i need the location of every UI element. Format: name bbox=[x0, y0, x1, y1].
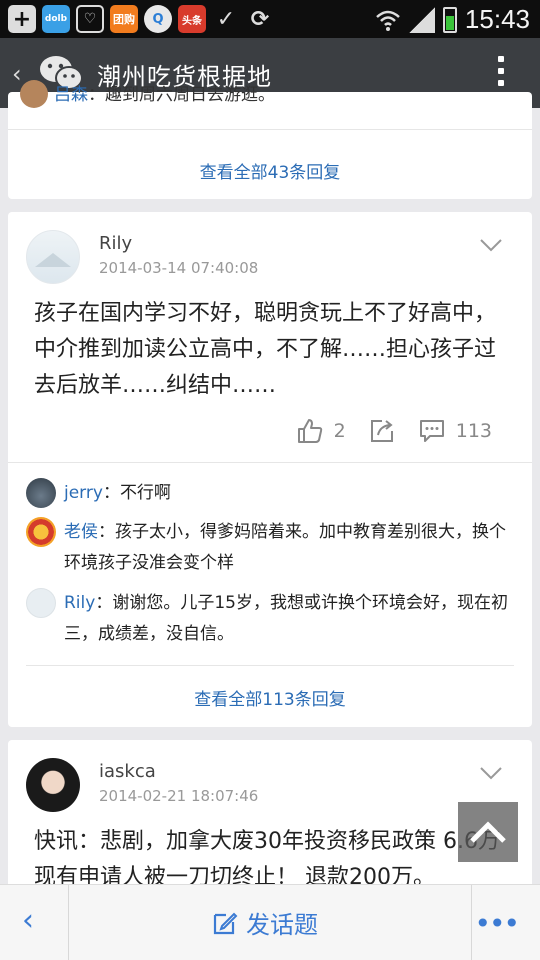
reply-author[interactable]: Rily bbox=[64, 593, 95, 613]
tuangou-icon: 团购 bbox=[110, 5, 138, 33]
clock: 15:43 bbox=[464, 4, 530, 34]
divider bbox=[68, 885, 69, 960]
reply-separator: ： bbox=[102, 483, 120, 503]
reply-text: 孩子太小，得爹妈陪着来。加中教育差别很大，换个环境孩子没准会变个样 bbox=[64, 522, 506, 573]
divider bbox=[471, 885, 472, 960]
share-button[interactable] bbox=[368, 417, 396, 445]
reply-item: Rily：谢谢您。儿子15岁，我想或许换个环境会好，现在初三，成绩差，没自信。 bbox=[26, 588, 514, 650]
compose-icon bbox=[213, 912, 238, 934]
reply-text: 趣到周六周日去游逛。 bbox=[105, 85, 275, 105]
more-button[interactable]: ••• bbox=[474, 907, 520, 940]
avatar bbox=[20, 80, 48, 108]
divider bbox=[8, 462, 532, 463]
post-card: Rily 2014-03-14 07:40:08 孩子在国内学习不好，聪明贪玩上… bbox=[8, 212, 532, 727]
chevron-down-icon[interactable] bbox=[480, 766, 502, 780]
reply-item: jerry：不行啊 bbox=[26, 478, 514, 509]
reply-separator: ： bbox=[88, 85, 105, 105]
heart-icon: ♡ bbox=[76, 5, 104, 33]
reply-author[interactable]: 吕森 bbox=[54, 85, 88, 105]
view-all-replies-link[interactable]: 查看全部43条回复 bbox=[8, 158, 532, 183]
battery-icon bbox=[442, 6, 457, 33]
post-timestamp: 2014-03-14 07:40:08 bbox=[99, 259, 259, 277]
notification-icons: + dolb ♡ 团购 Q 头条 ✓ ⟳ bbox=[8, 5, 274, 33]
avatar[interactable] bbox=[26, 758, 80, 812]
reply-item: 吕森：趣到周六周日去游逛。 bbox=[20, 80, 275, 108]
back-button[interactable]: ‹ bbox=[12, 60, 22, 88]
check-icon: ✓ bbox=[216, 6, 236, 32]
reply-separator: ： bbox=[98, 522, 115, 542]
dolb-app-icon: dolb bbox=[42, 5, 70, 33]
system-indicators: 15:43 bbox=[375, 4, 530, 35]
overflow-menu-icon[interactable] bbox=[498, 56, 504, 86]
chevron-down-icon[interactable] bbox=[480, 238, 502, 252]
comment-button[interactable]: 113 bbox=[418, 417, 492, 445]
view-all-replies-link[interactable]: 查看全部113条回复 bbox=[8, 685, 532, 710]
post-topic-label: 发话题 bbox=[246, 911, 318, 939]
bottom-bar: ‹ 发话题 ••• bbox=[0, 884, 540, 960]
back-button[interactable]: ‹ bbox=[22, 903, 34, 938]
post-author[interactable]: iaskca bbox=[99, 761, 156, 782]
avatar[interactable] bbox=[26, 517, 56, 547]
add-icon: + bbox=[8, 5, 36, 33]
signal-icon bbox=[408, 6, 435, 33]
reply-author[interactable]: jerry bbox=[64, 483, 103, 503]
post-topic-button[interactable]: 发话题 bbox=[212, 905, 318, 940]
post-actions: 2 113 bbox=[296, 417, 492, 445]
post-content: 孩子在国内学习不好，聪明贪玩上不了好高中，中介推到加读公立高中，不了解……担心孩… bbox=[34, 301, 497, 398]
like-count: 2 bbox=[333, 420, 346, 442]
thumbs-up-icon bbox=[297, 419, 322, 443]
post-timestamp: 2014-02-21 18:07:46 bbox=[99, 787, 259, 805]
wifi-icon bbox=[376, 10, 400, 31]
avatar[interactable] bbox=[26, 230, 80, 284]
reply-text: 谢谢您。儿子15岁，我想或许换个环境会好，现在初三，成绩差，没自信。 bbox=[64, 593, 508, 644]
back-to-top-button[interactable] bbox=[458, 802, 518, 862]
divider bbox=[8, 129, 532, 130]
qq-browser-icon: Q bbox=[144, 5, 172, 33]
chevron-up-icon bbox=[470, 821, 506, 843]
comment-count: 113 bbox=[455, 420, 492, 442]
post-author[interactable]: Rily bbox=[99, 233, 132, 254]
comment-icon bbox=[419, 420, 444, 442]
sync-icon: ⟳ bbox=[250, 6, 270, 32]
divider bbox=[26, 665, 514, 666]
post-card: 吕森：趣到周六周日去游逛。 查看全部43条回复 bbox=[8, 80, 532, 199]
reply-item: 老侯：孩子太小，得爹妈陪着来。加中教育差别很大，换个环境孩子没准会变个样 bbox=[26, 517, 514, 579]
status-bar: + dolb ♡ 团购 Q 头条 ✓ ⟳ 15:43 bbox=[0, 0, 540, 38]
reply-separator: ： bbox=[95, 593, 113, 613]
like-button[interactable]: 2 bbox=[296, 417, 346, 445]
avatar[interactable] bbox=[26, 588, 56, 618]
toutiao-icon: 头条 bbox=[178, 5, 206, 33]
avatar[interactable] bbox=[26, 478, 56, 508]
reply-author[interactable]: 老侯 bbox=[64, 522, 98, 542]
reply-text: 不行啊 bbox=[119, 483, 171, 503]
share-icon bbox=[370, 420, 393, 442]
